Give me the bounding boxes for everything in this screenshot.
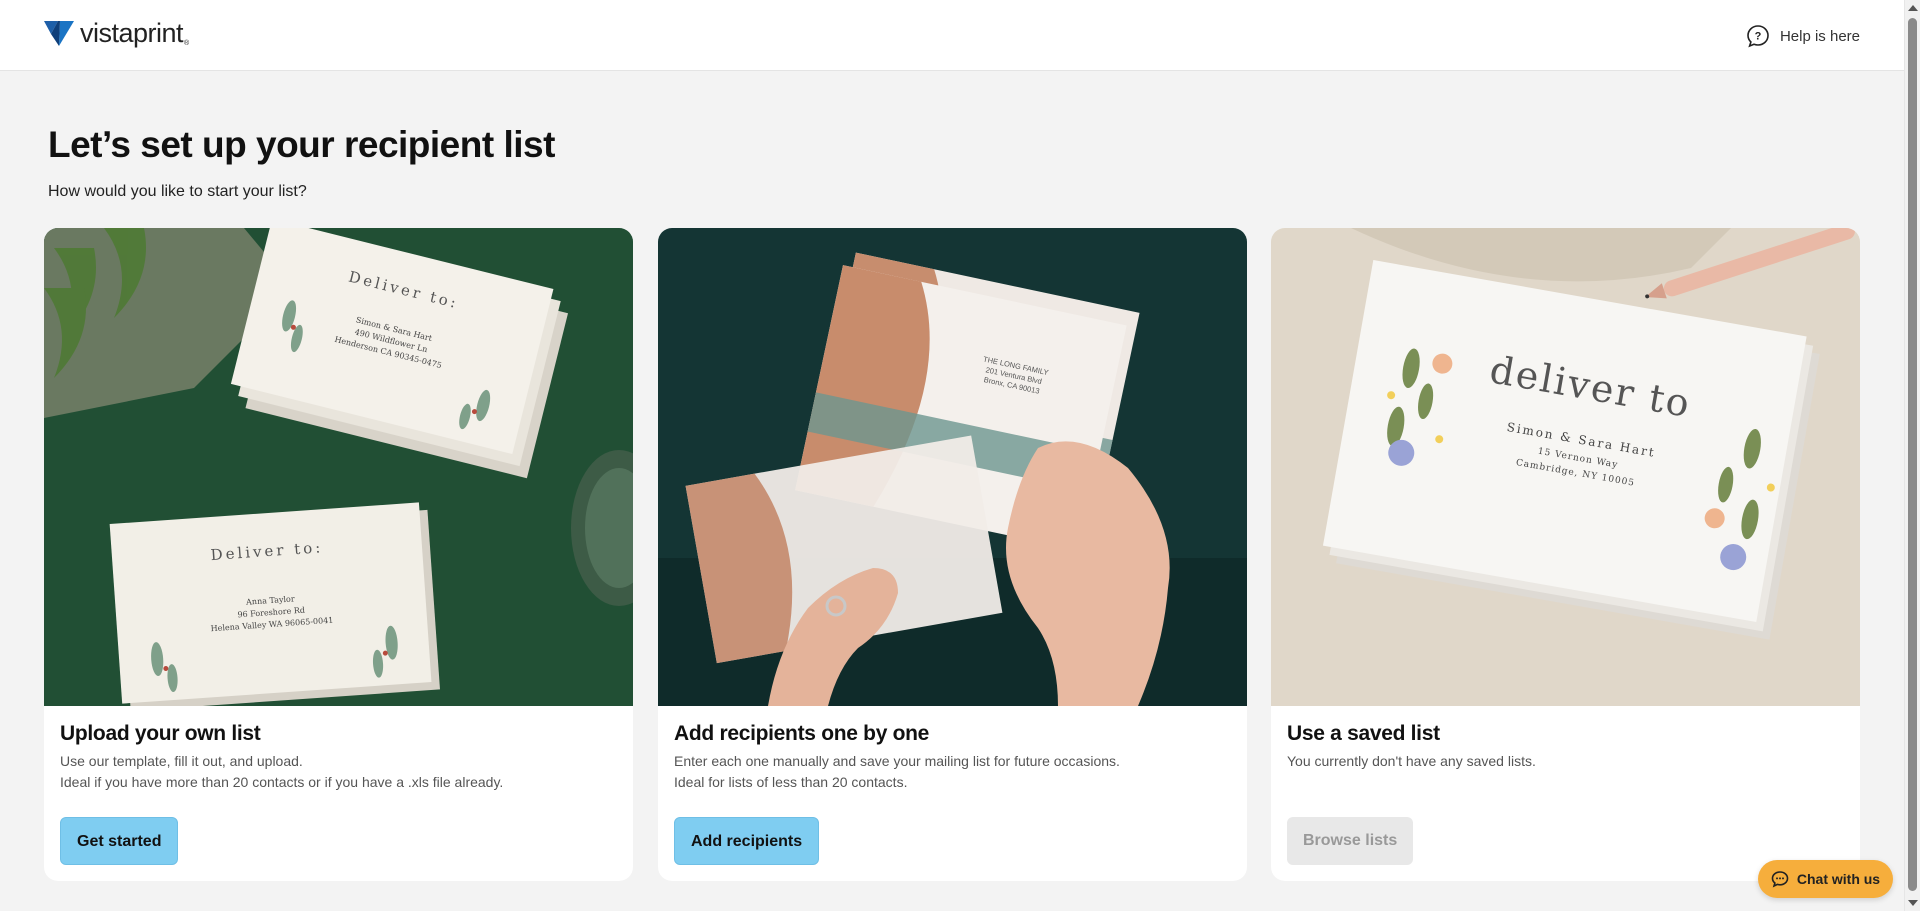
- upload-list-card: Deliver to: Simon & Sara Hart 490 Wildfl…: [44, 228, 633, 881]
- card-title: Add recipients one by one: [674, 722, 930, 745]
- logo-mark-icon: [44, 21, 74, 46]
- page-title: Let’s set up your recipient list: [48, 124, 555, 165]
- add-recipients-image: THE LONG FAMILY 201 Ventura Blvd Bronx, …: [658, 228, 1247, 706]
- help-question-icon: ?: [1747, 25, 1769, 48]
- chat-bubble-icon: [1771, 871, 1789, 888]
- saved-list-card: deliver to Simon & Sara Hart 15 Vernon W…: [1271, 228, 1860, 881]
- scroll-up-arrow-icon[interactable]: [1908, 5, 1918, 11]
- card-description: Use our template, fill it out, and uploa…: [60, 753, 504, 790]
- card-title: Use a saved list: [1287, 722, 1440, 745]
- card-description: Enter each one manually and save your ma…: [674, 753, 1120, 790]
- site-header: vistaprint® ? Help is here: [0, 0, 1904, 71]
- vistaprint-logo[interactable]: vistaprint®: [44, 20, 189, 47]
- card-description: You currently don't have any saved lists…: [1287, 753, 1536, 769]
- add-recipients-button[interactable]: Add recipients: [674, 817, 820, 865]
- browse-lists-button[interactable]: Browse lists: [1287, 817, 1414, 865]
- saved-list-image: deliver to Simon & Sara Hart 15 Vernon W…: [1271, 228, 1860, 706]
- get-started-button[interactable]: Get started: [60, 817, 179, 865]
- help-link[interactable]: ? Help is here: [1746, 24, 1860, 48]
- svg-text:?: ?: [1755, 31, 1762, 43]
- page-subtitle: How would you like to start your list?: [48, 183, 307, 200]
- upload-list-image: Deliver to: Simon & Sara Hart 490 Wildfl…: [44, 228, 633, 706]
- logo-wordmark: vistaprint®: [80, 18, 189, 48]
- page-scrollbar[interactable]: [1904, 0, 1920, 911]
- scrollbar-thumb[interactable]: [1908, 18, 1917, 891]
- scroll-down-arrow-icon[interactable]: [1908, 900, 1918, 906]
- chat-with-us-button[interactable]: Chat with us: [1758, 860, 1893, 898]
- card-title: Upload your own list: [60, 722, 261, 745]
- chat-label: Chat with us: [1796, 871, 1881, 887]
- help-label: Help is here: [1779, 27, 1860, 45]
- add-recipients-card: THE LONG FAMILY 201 Ventura Blvd Bronx, …: [658, 228, 1247, 881]
